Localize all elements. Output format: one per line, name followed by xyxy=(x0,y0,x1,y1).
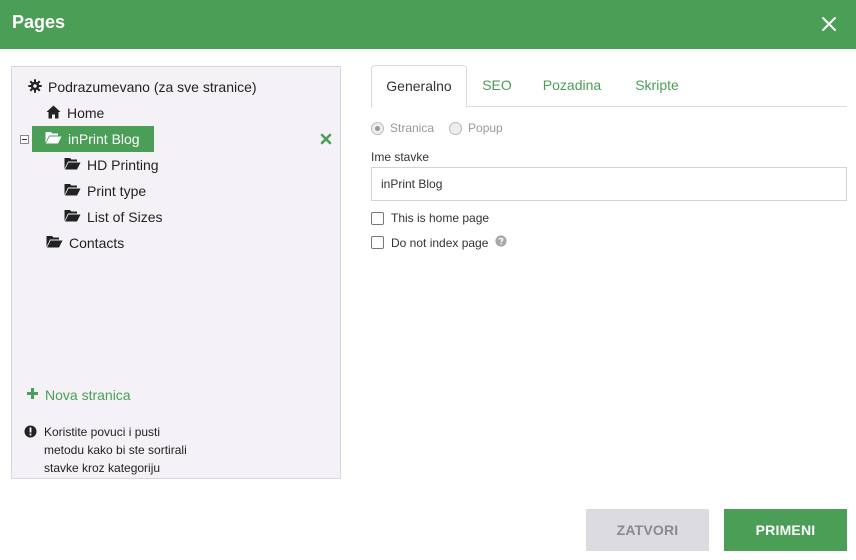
question-circle-icon[interactable] xyxy=(495,235,508,250)
tree-item-hd-printing[interactable]: HD Printing xyxy=(64,153,159,177)
tree-item-print-type[interactable]: Print type xyxy=(64,179,146,203)
item-name-label: Ime stavke xyxy=(371,150,430,164)
home-page-option: This is home page xyxy=(371,211,489,225)
collapse-toggle-icon[interactable] xyxy=(20,135,29,144)
item-name-input[interactable] xyxy=(371,167,847,201)
dialog-header: Pages xyxy=(0,0,856,49)
delete-icon[interactable] xyxy=(320,132,332,150)
radio-popup-label: Popup xyxy=(468,121,503,135)
folder-open-icon xyxy=(46,235,69,251)
tab-seo[interactable]: SEO xyxy=(475,65,519,107)
tree-item-label: List of Sizes xyxy=(87,209,163,225)
no-index-label: Do not index page xyxy=(391,235,489,250)
new-page-label: Nova stranica xyxy=(45,387,131,403)
tree-item-home[interactable]: Home xyxy=(46,101,104,125)
tree-item-label: HD Printing xyxy=(87,157,159,173)
tree-item-label: Print type xyxy=(87,183,147,199)
no-index-option: Do not index page xyxy=(371,235,508,250)
plus-icon xyxy=(26,387,45,403)
settings-tabs: Generalno SEO Pozadina Skripte xyxy=(371,65,847,108)
hint-text: Koristite povuci i pusti metodu kako bi … xyxy=(44,425,187,475)
close-icon[interactable] xyxy=(818,13,840,35)
radio-popup[interactable] xyxy=(449,121,463,135)
tree-item-label: Contacts xyxy=(69,235,125,251)
home-icon xyxy=(46,105,67,122)
home-page-checkbox[interactable] xyxy=(371,211,384,225)
radio-stranica-label: Stranica xyxy=(390,121,435,135)
drag-drop-hint: Koristite povuci i pusti metodu kako bi … xyxy=(24,423,324,477)
gear-icon xyxy=(28,78,48,96)
tree-item-label: inPrint Blog xyxy=(68,131,140,147)
radio-stranica[interactable] xyxy=(371,121,384,135)
no-index-checkbox[interactable] xyxy=(371,236,384,249)
tree-item-list-of-sizes[interactable]: List of Sizes xyxy=(64,205,162,229)
pages-tree-panel: Podrazumevano (za sve stranice) Home inP… xyxy=(11,66,341,479)
tab-pozadina[interactable]: Pozadina xyxy=(535,65,609,107)
tree-item-default[interactable]: Podrazumevano (za sve stranice) xyxy=(28,75,257,99)
exclamation-circle-icon xyxy=(24,425,37,438)
dialog-title: Pages xyxy=(12,12,66,32)
tab-skripte[interactable]: Skripte xyxy=(627,65,687,107)
folder-open-icon xyxy=(64,157,87,173)
folder-open-icon xyxy=(45,131,68,147)
home-page-label: This is home page xyxy=(391,211,490,225)
apply-button[interactable]: PRIMENI xyxy=(724,509,847,551)
folder-open-icon xyxy=(64,183,87,199)
tree-item-inprint-blog[interactable]: inPrint Blog xyxy=(32,126,154,152)
tree-item-label: Podrazumevano (za sve stranice) xyxy=(48,79,257,95)
tree-item-label: Home xyxy=(67,105,105,121)
folder-open-icon xyxy=(64,209,87,225)
tree-item-contacts[interactable]: Contacts xyxy=(46,231,124,255)
tab-generalno[interactable]: Generalno xyxy=(371,65,467,108)
page-type-options: Stranica Popup xyxy=(371,121,518,135)
close-button[interactable]: ZATVORI xyxy=(586,509,709,551)
new-page-button[interactable]: Nova stranica xyxy=(26,387,131,403)
